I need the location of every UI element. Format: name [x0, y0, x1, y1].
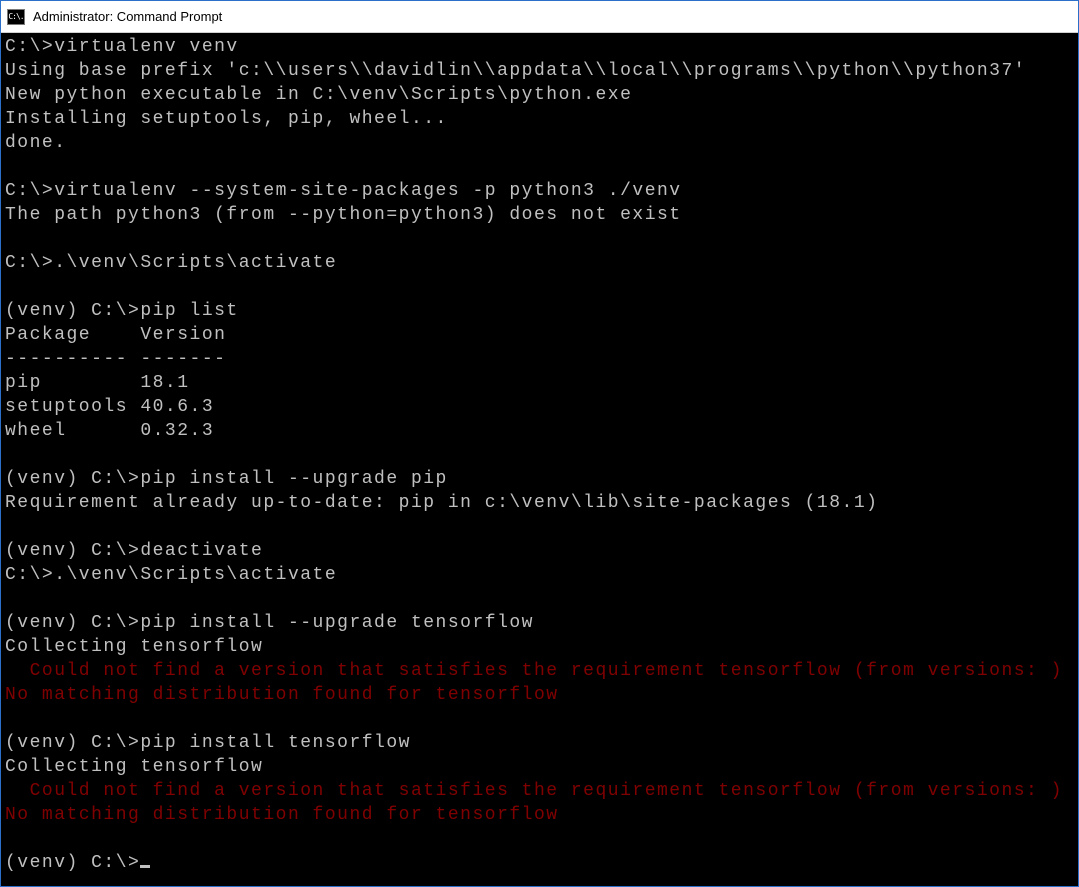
cmd-icon: C:\. [7, 9, 25, 25]
terminal-line: done. [5, 133, 67, 153]
terminal-area[interactable]: C:\>virtualenv venv Using base prefix 'c… [1, 33, 1078, 886]
terminal-line: Collecting tensorflow [5, 757, 263, 777]
titlebar[interactable]: C:\. Administrator: Command Prompt [1, 1, 1078, 33]
terminal-line: Collecting tensorflow [5, 637, 263, 657]
cmd-icon-glyph: C:\. [8, 13, 23, 21]
terminal-line: (venv) C:\>pip install tensorflow [5, 733, 411, 753]
terminal-line: No matching distribution found for tenso… [5, 805, 559, 825]
terminal-line: (venv) C:\>pip install --upgrade pip [5, 469, 448, 489]
terminal-line: The path python3 (from --python=python3)… [5, 205, 682, 225]
cursor [140, 865, 150, 868]
terminal-line: Using base prefix 'c:\\users\\davidlin\\… [5, 61, 1026, 81]
window-title: Administrator: Command Prompt [33, 9, 222, 24]
terminal-line: New python executable in C:\venv\Scripts… [5, 85, 632, 105]
terminal-line: ---------- ------- [5, 349, 226, 369]
terminal-line: Installing setuptools, pip, wheel... [5, 109, 448, 129]
terminal-prompt: (venv) C:\> [5, 853, 140, 873]
terminal-line: C:\>virtualenv venv [5, 37, 239, 57]
terminal-line: Package Version [5, 325, 226, 345]
terminal-line: (venv) C:\>pip install --upgrade tensorf… [5, 613, 534, 633]
terminal-line: C:\>virtualenv --system-site-packages -p… [5, 181, 682, 201]
terminal-line: C:\>.\venv\Scripts\activate [5, 565, 337, 585]
terminal-line: (venv) C:\>pip list [5, 301, 239, 321]
terminal-line: wheel 0.32.3 [5, 421, 214, 441]
terminal-line: C:\>.\venv\Scripts\activate [5, 253, 337, 273]
terminal-line: Requirement already up-to-date: pip in c… [5, 493, 878, 513]
terminal-line: Could not find a version that satisfies … [5, 781, 1063, 801]
command-prompt-window: C:\. Administrator: Command Prompt C:\>v… [0, 0, 1079, 887]
terminal-line: Could not find a version that satisfies … [5, 661, 1063, 681]
terminal-line: No matching distribution found for tenso… [5, 685, 559, 705]
terminal-line: pip 18.1 [5, 373, 190, 393]
terminal-line: (venv) C:\>deactivate [5, 541, 263, 561]
terminal-line: setuptools 40.6.3 [5, 397, 214, 417]
